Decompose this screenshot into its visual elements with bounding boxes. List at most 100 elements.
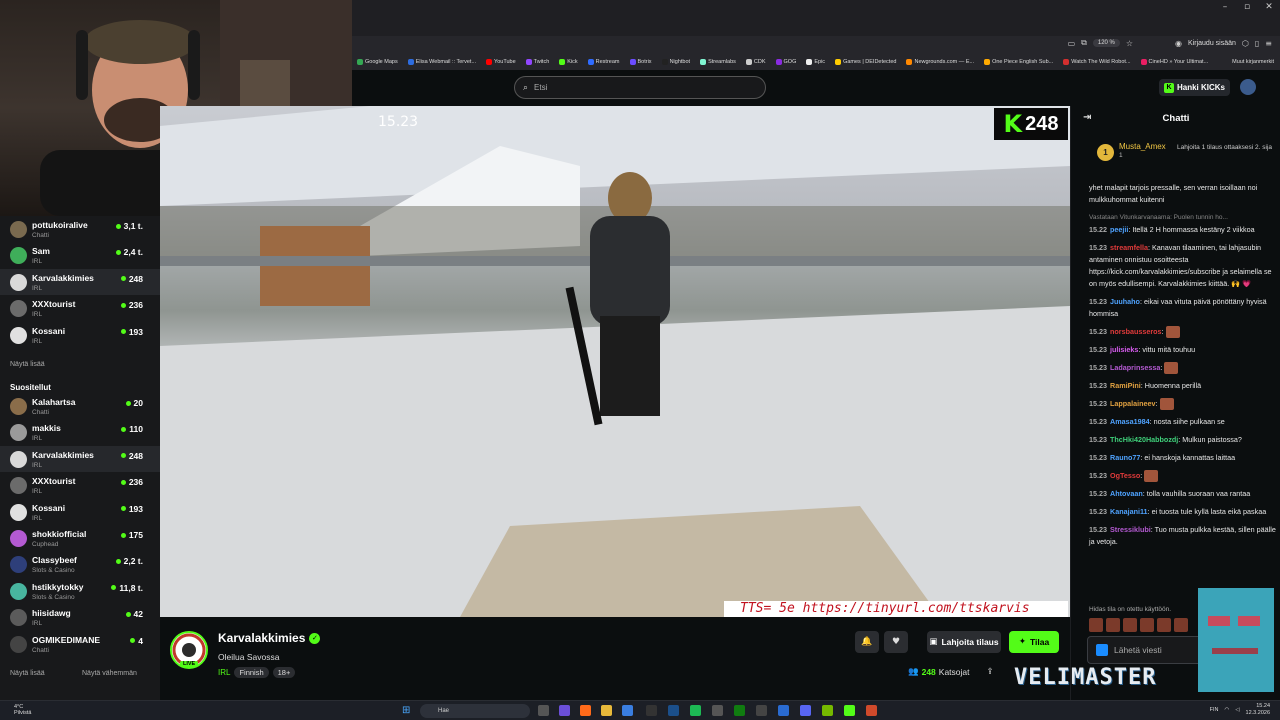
sidebar-channel-hiisidawg[interactable]: hiisidawg IRL 42 — [0, 604, 160, 630]
minimize-icon[interactable]: – — [1214, 0, 1236, 14]
volume-icon[interactable]: ◁ — [1235, 707, 1239, 713]
bookmark-item[interactable]: Restream — [585, 59, 623, 65]
store-icon[interactable] — [622, 705, 633, 716]
bookmark-item[interactable]: One Piece English Sub... — [981, 59, 1056, 65]
tray-lang[interactable]: FIN — [1210, 707, 1219, 713]
user-avatar[interactable] — [1240, 79, 1256, 95]
message-username[interactable]: Juuhaho — [1110, 297, 1140, 306]
teams-icon[interactable] — [559, 705, 570, 716]
sidebar-channel-sam[interactable]: Sam IRL 2,4 t. — [0, 242, 160, 268]
search-input[interactable]: ⌕ Etsi — [514, 76, 766, 99]
message-username[interactable]: Ladaprinsessa — [1110, 363, 1160, 372]
obs-icon[interactable] — [646, 705, 657, 716]
bookmark-item[interactable]: Streamlabs — [697, 59, 739, 65]
share-icon[interactable]: ⇪ — [987, 667, 994, 677]
tag-finnish[interactable]: Finnish — [234, 667, 269, 678]
bookmark-item[interactable]: CDK — [743, 59, 769, 65]
emote-icon[interactable] — [1123, 618, 1137, 632]
zoom-level[interactable]: 120 % — [1092, 39, 1120, 47]
emote-icon[interactable] — [1174, 618, 1188, 632]
firefox-icon[interactable] — [580, 705, 591, 716]
app-icon[interactable] — [866, 705, 877, 716]
bookmark-item[interactable]: Google Maps — [354, 59, 401, 65]
category-link[interactable]: IRL — [218, 668, 230, 677]
message-username[interactable]: julisieks — [1110, 345, 1138, 354]
login-link[interactable]: Kirjaudu sisään — [1188, 40, 1236, 47]
bookmark-item[interactable]: Watch The Wild Robot... — [1060, 59, 1133, 65]
bookmark-item[interactable]: Botrix — [627, 59, 655, 65]
sidebar-channel-makkis[interactable]: makkis IRL 110 — [0, 419, 160, 445]
cast-icon[interactable]: ▭ — [1068, 39, 1076, 48]
close-icon[interactable]: ✕ — [1258, 0, 1280, 14]
sidebar-channel-karvalakkimies[interactable]: Karvalakkimies IRL 248 — [0, 445, 160, 472]
sidebar-channel-kalahartsa[interactable]: Kalahartsa Chatti 20 — [0, 393, 160, 419]
kick-app-icon[interactable] — [844, 705, 855, 716]
bookmark-item[interactable]: Twitch — [523, 59, 553, 65]
message-username[interactable]: Stressiklubi — [1110, 525, 1151, 534]
xbox-icon[interactable] — [734, 705, 745, 716]
message-username[interactable]: Kanajani11 — [1110, 507, 1148, 516]
sidebar-channel-classybeef[interactable]: Classybeef Slots & Casino 2,2 t. — [0, 551, 160, 577]
show-more-recommended[interactable]: Näytä lisää — [10, 670, 45, 677]
message-username[interactable]: Lappalaineev — [1110, 399, 1156, 408]
gift-sub-button[interactable]: ▣ Lahjoita tilaus — [927, 631, 1001, 653]
task-view-icon[interactable] — [538, 705, 549, 716]
sidebar-channel-kossani[interactable]: Kossani IRL 193 — [0, 499, 160, 525]
channel-name[interactable]: Karvalakkimies ✓ — [218, 631, 321, 645]
spotify-icon[interactable] — [690, 705, 701, 716]
message-username[interactable]: RamiPini — [1110, 381, 1141, 390]
heart-icon[interactable]: ♥ — [884, 631, 908, 653]
other-bookmarks[interactable]: Muut kirjanmerkit — [1228, 54, 1274, 70]
message-username[interactable]: norsbausseros — [1110, 327, 1162, 336]
leader-name[interactable]: Musta_Amex — [1119, 142, 1166, 151]
emote-icon[interactable] — [1140, 618, 1154, 632]
sidebar-channel-karvalakkimies[interactable]: Karvalakkimies IRL 248 — [0, 268, 160, 295]
bookmark-item[interactable]: Newgrounds.com — E... — [903, 59, 977, 65]
notification-bell-icon[interactable]: 🔔 — [855, 631, 879, 653]
message-username[interactable]: Rauno77 — [1110, 453, 1140, 462]
discord-icon[interactable] — [800, 705, 811, 716]
star-icon[interactable]: ☆ — [1126, 39, 1133, 48]
sidebar-channel-shokkiofficial[interactable]: shokkiofficial Cuphead 175 — [0, 525, 160, 551]
bookmark-item[interactable]: Kick — [556, 59, 580, 65]
app-icon[interactable] — [778, 705, 789, 716]
bookmark-item[interactable]: Nightbot — [659, 59, 694, 65]
app-icon[interactable] — [712, 705, 723, 716]
taskbar-clock[interactable]: 15.24 12.3.2026 — [1246, 703, 1270, 717]
sidebar-channel-xxxtourist[interactable]: XXXtourist IRL 236 — [0, 295, 160, 321]
message-username[interactable]: ThcHki420Habbozdj — [1110, 435, 1178, 444]
sidebar-icon[interactable]: ▯ — [1255, 39, 1259, 48]
extensions-icon[interactable]: ⬡ — [1242, 39, 1249, 48]
sidebar-channel-ogmikedimane[interactable]: OGMIKEDIMANE Chatti 4 — [0, 631, 160, 657]
taskbar-search[interactable]: Hae — [420, 704, 530, 718]
message-username[interactable]: streamfella — [1110, 243, 1148, 252]
collapse-chat-icon[interactable]: ⇥ — [1083, 112, 1091, 123]
get-kicks-button[interactable]: K Hanki KICKs — [1158, 79, 1230, 96]
show-less-recommended[interactable]: Näytä vähemmän — [82, 670, 137, 677]
bookmark-item[interactable]: GOG — [773, 59, 800, 65]
steam-icon[interactable] — [668, 705, 679, 716]
maximize-icon[interactable]: ▫ — [1236, 0, 1258, 14]
message-username[interactable]: peejii — [1110, 225, 1128, 234]
bookmark-item[interactable]: YouTube — [483, 59, 519, 65]
message-username[interactable]: OgTesso — [1110, 471, 1140, 480]
sidebar-channel-hstikkytokky[interactable]: hstikkytokky Slots & Casino 11,8 t. — [0, 578, 160, 604]
sidebar-channel-pottukoiralive[interactable]: pottukoiralive Chatti 3,1 t. — [0, 216, 160, 242]
emote-icon[interactable] — [1106, 618, 1120, 632]
sidebar-channel-xxxtourist[interactable]: XXXtourist IRL 236 — [0, 472, 160, 498]
bookmark-item[interactable]: Elisa Webmail :: Tervet... — [405, 59, 479, 65]
file-explorer-icon[interactable] — [601, 705, 612, 716]
bookmark-item[interactable]: Games | DEIDetected — [832, 59, 899, 65]
wifi-icon[interactable]: ◠ — [1224, 707, 1229, 713]
emote-icon[interactable] — [1089, 618, 1103, 632]
show-more-following[interactable]: Näytä lisää — [10, 361, 45, 368]
video-player[interactable]: 15.23 K 248 TTS= 5e https://tinyurl.com/… — [160, 106, 1070, 617]
message-username[interactable]: Amasa1984 — [1110, 417, 1150, 426]
subscribe-button[interactable]: ✦ Tilaa — [1009, 631, 1059, 653]
bookmark-item[interactable]: CineHD » Your Ultimat... — [1138, 59, 1212, 65]
message-username[interactable]: Ahtovaan — [1110, 489, 1143, 498]
windows-start-icon[interactable]: ⊞ — [402, 705, 413, 716]
nvidia-icon[interactable] — [822, 705, 833, 716]
pip-icon[interactable]: ⧉ — [1081, 38, 1087, 48]
tag-18plus[interactable]: 18+ — [272, 667, 296, 678]
